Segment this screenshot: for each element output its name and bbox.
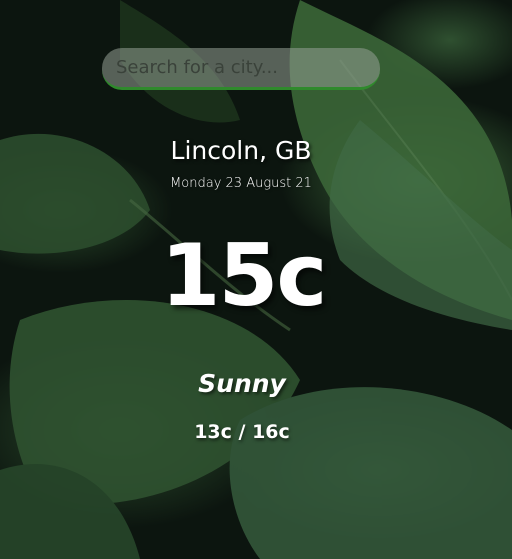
current-date: Monday 23 August 21 bbox=[170, 176, 312, 191]
current-temperature: 15c bbox=[160, 226, 328, 326]
search-box[interactable] bbox=[102, 48, 380, 90]
location-title: Lincoln, GB bbox=[170, 136, 312, 165]
weather-app: Lincoln, GB Monday 23 August 21 15c Sunn… bbox=[0, 0, 512, 559]
min-max-temperature: 13c / 16c bbox=[194, 421, 290, 443]
weather-condition: Sunny bbox=[198, 369, 286, 398]
search-input[interactable] bbox=[102, 48, 380, 87]
